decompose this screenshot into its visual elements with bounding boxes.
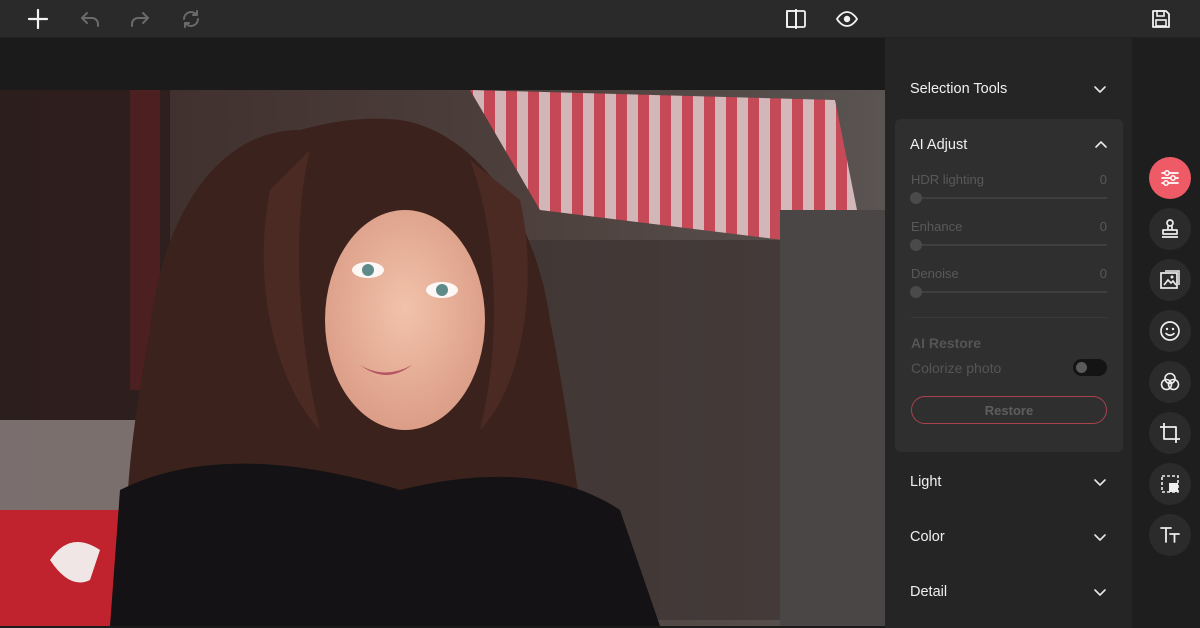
divider [911,317,1107,318]
canvas-area [0,38,885,628]
face-retouch-icon[interactable] [1149,310,1191,352]
slider-label: Enhance [911,219,963,234]
reset-icon[interactable] [176,4,206,34]
chevron-down-icon [1094,589,1106,596]
colorize-label: Colorize photo [911,359,1002,376]
edited-photo[interactable] [0,90,885,626]
section-ai-adjust[interactable]: AI Adjust [895,127,1123,163]
slider-thumb[interactable] [910,192,922,204]
preview-eye-icon[interactable] [832,4,862,34]
slider-track[interactable] [910,286,1107,298]
section-label: Light [910,474,942,490]
section-selection-tools[interactable]: Selection Tools [895,71,1122,107]
top-toolbar [0,0,1200,38]
undo-icon[interactable] [75,4,105,34]
select-area-icon[interactable] [1149,463,1191,505]
section-light[interactable]: Light [895,464,1122,500]
colorize-toggle[interactable] [1073,359,1107,376]
slider-track[interactable] [910,192,1107,204]
slider-thumb[interactable] [910,286,922,298]
slider-denoise: Denoise 0 [910,266,1107,298]
slider-label: Denoise [911,266,959,281]
slider-hdr-lighting: HDR lighting 0 [910,172,1107,204]
section-label: Selection Tools [910,81,1008,97]
chevron-down-icon [1094,534,1106,541]
image-icon[interactable] [1149,259,1191,301]
toggle-knob [1076,362,1087,373]
ai-restore-title: AI Restore [911,335,982,351]
stamp-icon[interactable] [1149,208,1191,250]
chevron-down-icon [1094,86,1106,93]
chevron-down-icon [1094,479,1106,486]
slider-label: HDR lighting [911,172,984,187]
section-label: Detail [910,584,948,600]
adjustments-panel: Selection Tools AI Adjust HDR lighting 0… [885,38,1132,628]
effects-circles-icon[interactable] [1149,361,1191,403]
compare-icon[interactable] [781,4,811,34]
tool-column [1132,38,1200,628]
restore-button[interactable]: Restore [911,396,1107,424]
section-label: Color [910,529,945,545]
text-icon[interactable] [1149,514,1191,556]
slider-enhance: Enhance 0 [910,219,1107,251]
section-color[interactable]: Color [895,519,1122,555]
adjust-sliders-icon[interactable] [1149,157,1191,199]
save-icon[interactable] [1146,4,1176,34]
redo-icon[interactable] [125,4,155,34]
colorize-row: Colorize photo [911,359,1107,376]
slider-thumb[interactable] [910,239,922,251]
section-label: AI Adjust [910,137,968,153]
chevron-up-icon [1095,141,1107,148]
slider-value: 0 [1099,219,1107,234]
plus-icon[interactable] [23,4,53,34]
slider-track[interactable] [910,239,1107,251]
section-detail[interactable]: Detail [895,574,1122,610]
slider-value: 0 [1099,172,1107,187]
crop-icon[interactable] [1149,412,1191,454]
slider-value: 0 [1099,266,1107,281]
